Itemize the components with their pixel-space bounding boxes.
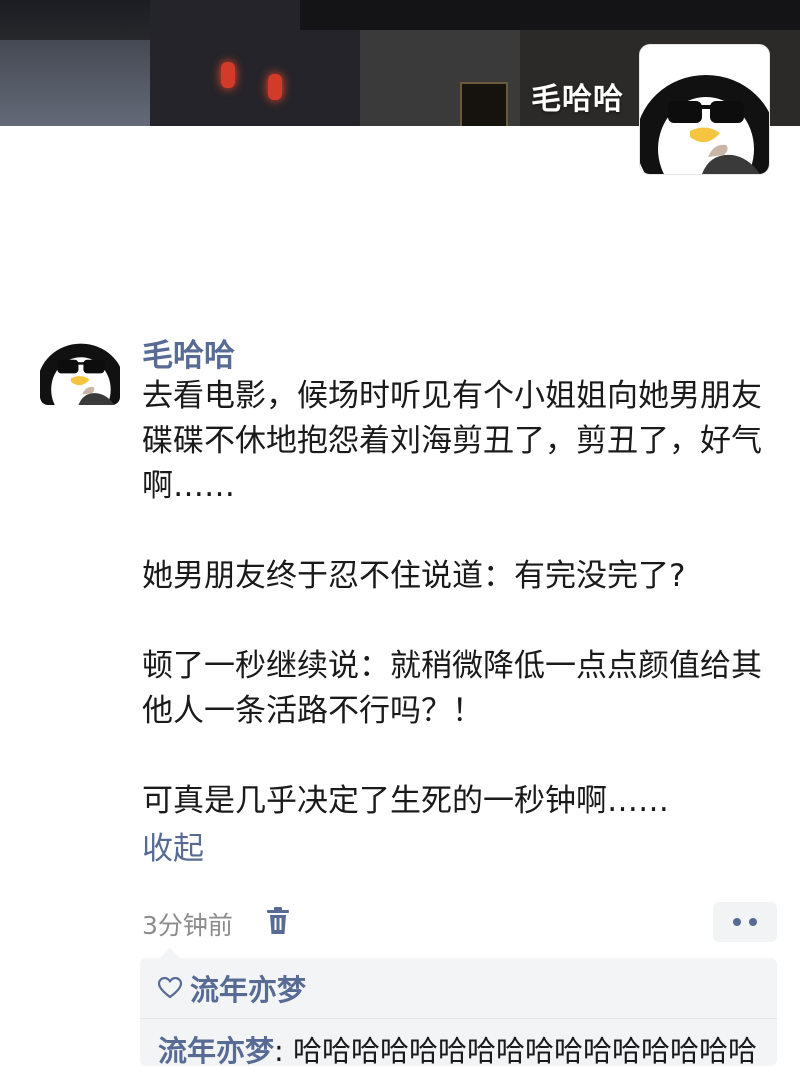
post-author-name[interactable]: 毛哈哈 bbox=[142, 330, 235, 375]
cover-roof bbox=[300, 0, 800, 30]
cover-avatar[interactable] bbox=[640, 45, 769, 174]
comment-item[interactable]: 流年亦梦: 哈哈哈哈哈哈哈哈哈哈哈哈哈哈哈哈 bbox=[158, 1028, 770, 1070]
post-author-avatar[interactable] bbox=[40, 325, 120, 405]
collapse-link[interactable]: 收起 bbox=[142, 823, 204, 868]
cover-username: 毛哈哈 bbox=[531, 82, 624, 117]
more-dots-icon bbox=[733, 918, 741, 926]
likes-comments-panel: 流年亦梦 流年亦梦: 哈哈哈哈哈哈哈哈哈哈哈哈哈哈哈哈 bbox=[140, 948, 777, 1068]
comment-author[interactable]: 流年亦梦 bbox=[158, 1034, 274, 1068]
post-paragraph: 去看电影，候场时听见有个小姐姐向她男朋友碟碟不休地抱怨着刘海剪丑了，剪丑了，好气… bbox=[142, 378, 762, 504]
likes-row[interactable]: 流年亦梦 bbox=[158, 971, 306, 1007]
post-paragraph: 可真是几乎决定了生死的一秒钟啊…… bbox=[142, 783, 669, 819]
penguin-avatar-icon bbox=[640, 45, 769, 174]
more-dots-icon bbox=[749, 918, 757, 926]
trash-icon[interactable] bbox=[264, 906, 292, 936]
cover-sign bbox=[460, 82, 508, 126]
heart-outline-icon bbox=[158, 977, 182, 999]
comment-separator: : bbox=[274, 1034, 294, 1068]
more-actions-button[interactable] bbox=[713, 902, 777, 942]
like-user-name[interactable]: 流年亦梦 bbox=[190, 967, 306, 1009]
post-paragraph: 她男朋友终于忍不住说道：有完没完了? bbox=[142, 558, 686, 594]
divider bbox=[140, 1018, 777, 1019]
post-content: 去看电影，候场时听见有个小姐姐向她男朋友碟碟不休地抱怨着刘海剪丑了，剪丑了，好气… bbox=[142, 374, 772, 824]
lantern-icon bbox=[268, 74, 282, 100]
post-paragraph: 顿了一秒继续说：就稍微降低一点点颜值给其他人一条活路不行吗？！ bbox=[142, 648, 762, 729]
penguin-avatar-icon bbox=[40, 325, 120, 405]
comment-text: 哈哈哈哈哈哈哈哈哈哈哈哈哈哈哈哈 bbox=[293, 1034, 758, 1068]
post-timestamp: 3分钟前 bbox=[142, 911, 233, 940]
lantern-icon bbox=[221, 62, 235, 88]
